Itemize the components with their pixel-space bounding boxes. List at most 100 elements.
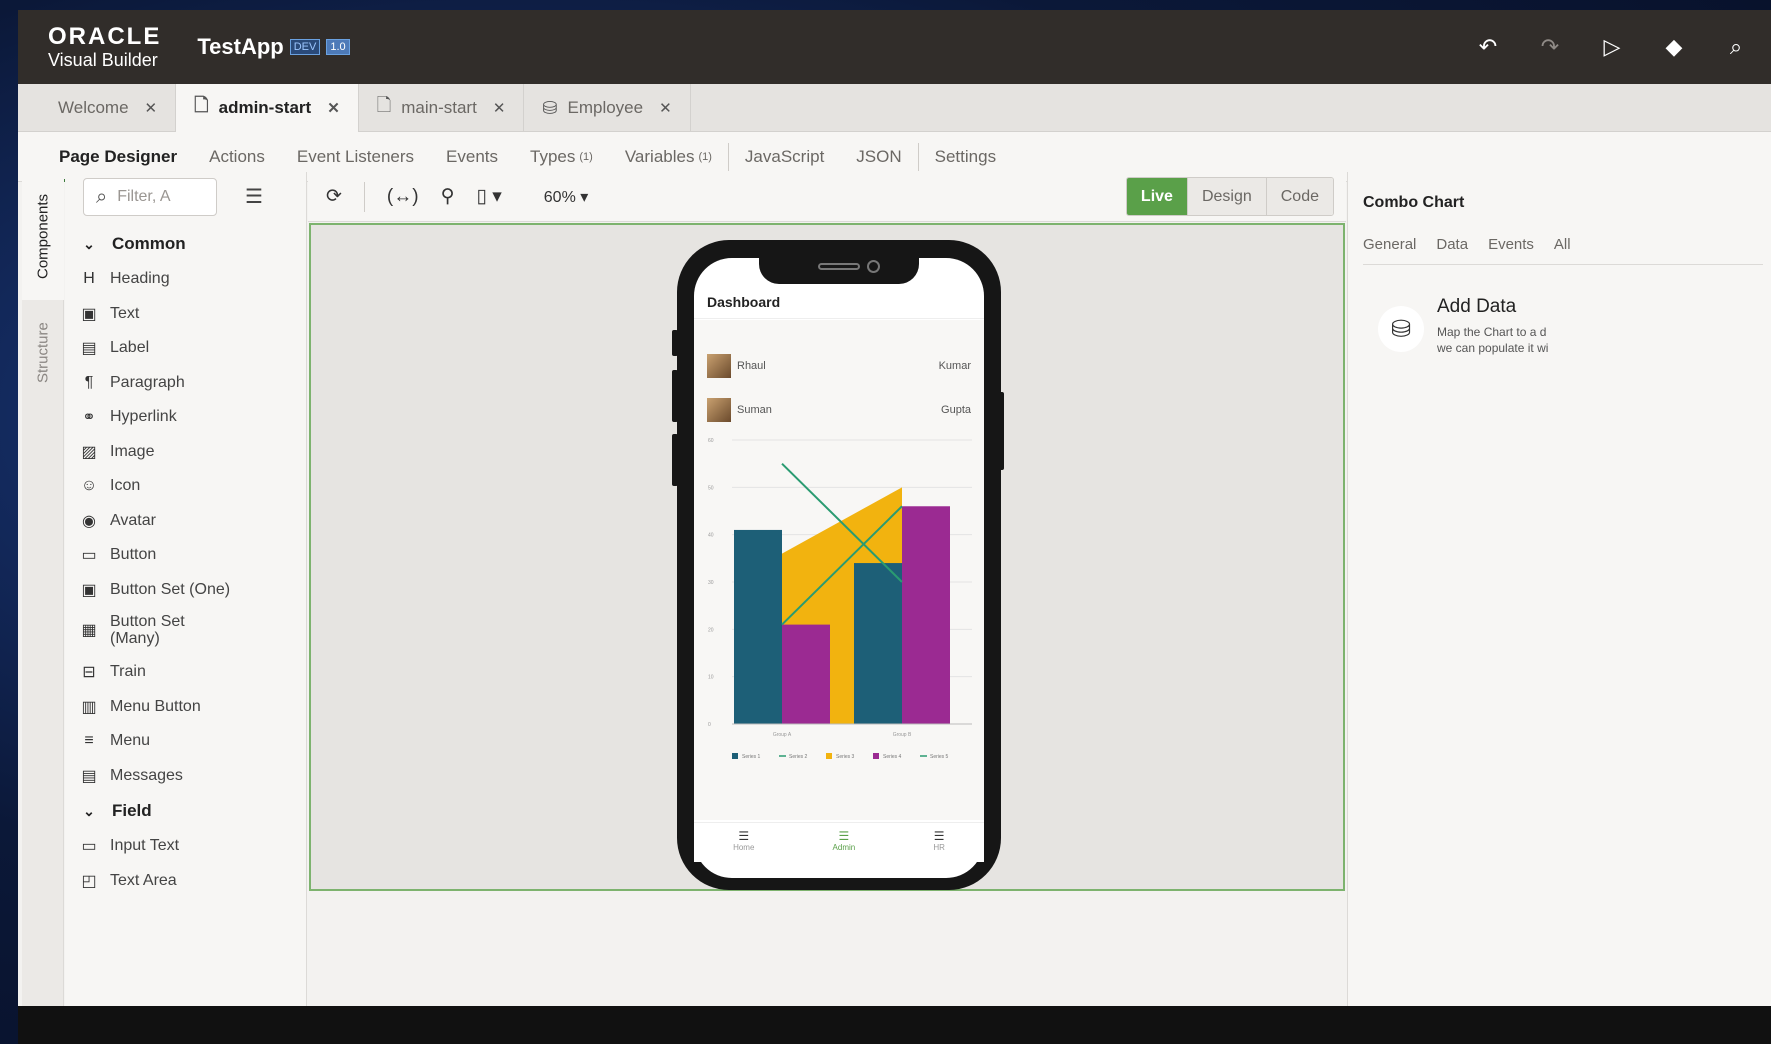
legend-label: Series 4 (883, 754, 902, 760)
legend-swatch (873, 753, 879, 759)
palette-item-messages[interactable]: ▤ Messages (80, 759, 300, 794)
legend-swatch (826, 753, 832, 759)
button-set-many-icon: ▦ (81, 621, 97, 639)
tab-general[interactable]: General (1363, 236, 1416, 253)
palette-item-button[interactable]: ▭ Button (80, 538, 300, 573)
palette-item-text-area[interactable]: ◰ Text Area (80, 864, 300, 899)
close-icon[interactable]: ✕ (145, 99, 158, 117)
chart-bar (902, 506, 950, 724)
palette-item-hyperlink[interactable]: ⚭ Hyperlink (80, 400, 300, 435)
palette-list: ⌄ Common H Heading ▣ Text ▤ Label ¶ Paragrap… (80, 226, 300, 898)
list-item[interactable]: Suman Gupta (707, 398, 971, 422)
user-icon[interactable]: ⚲ (441, 185, 455, 208)
undo-icon[interactable]: ↶ (1475, 34, 1501, 60)
palette-item-avatar[interactable]: ◉ Avatar (80, 504, 300, 539)
tab-divider (917, 142, 919, 171)
close-icon[interactable]: ✕ (659, 99, 672, 117)
combo-chart[interactable]: 0 10 20 30 40 50 60 Group A Group B Series 1 Serie… (700, 432, 980, 772)
mode-live-button[interactable]: Live (1126, 178, 1187, 215)
phone-side-button (672, 370, 678, 422)
palette-item-train[interactable]: ⊟ Train (80, 655, 300, 690)
tabbar-label: Admin (832, 843, 856, 852)
icon-icon: ☺ (80, 477, 98, 495)
panel-tabs-divider (1363, 264, 1763, 265)
list-item[interactable]: Rhaul Kumar (707, 354, 971, 378)
tab-divider (727, 142, 729, 171)
tabbar-item-admin[interactable]: ☰ Admin (833, 823, 856, 862)
palette-item-label: Button Set (One) (110, 580, 231, 598)
menu-icon: ≡ (84, 732, 94, 750)
device-icon[interactable]: ▯ ▾ (477, 185, 502, 208)
palette-item-label: Train (110, 663, 146, 681)
mode-code-button[interactable]: Code (1265, 178, 1333, 215)
close-icon[interactable]: ✕ (327, 99, 340, 117)
git-icon[interactable]: ◆ (1661, 34, 1687, 60)
legend-label: Series 2 (789, 754, 808, 760)
vtab-components[interactable]: Components (22, 172, 64, 300)
tab-all[interactable]: All (1554, 236, 1571, 253)
last-name: Kumar (938, 360, 971, 372)
palette-item-paragraph[interactable]: ¶ Paragraph (80, 366, 300, 401)
palette-item-button-set-one[interactable]: ▣ Button Set (One) (80, 573, 300, 608)
group-field[interactable]: ⌄ Field (80, 793, 300, 829)
mode-design-button[interactable]: Design (1186, 178, 1266, 215)
palette-item-label: Hyperlink (110, 408, 177, 426)
refresh-icon[interactable]: ⟳ (326, 185, 342, 208)
chart-bar (734, 529, 782, 724)
palette-item-label[interactable]: ▤ Label (80, 331, 300, 366)
file-tab-label: admin-start (218, 98, 312, 117)
filter-input[interactable]: ⌕ Filter, A (83, 178, 217, 216)
close-icon[interactable]: ✕ (493, 99, 506, 117)
admin-icon: ☰ (838, 829, 850, 843)
file-tab-welcome[interactable]: Welcome ✕ (40, 84, 177, 132)
group-common[interactable]: ⌄ Common (80, 226, 300, 262)
app-name[interactable]: TestApp DEV 1.0 (197, 34, 350, 60)
tabbar-item-home[interactable]: ☰ Home (733, 823, 754, 862)
database-icon[interactable]: ⛁ (1378, 306, 1424, 352)
tabbar-label: HR (933, 843, 945, 852)
side-vertical-tabs: Components Structure (22, 172, 64, 1006)
chart-bar (854, 563, 902, 724)
palette-item-icon[interactable]: ☺ Icon (80, 469, 300, 504)
palette-item-label: Messages (110, 766, 183, 784)
chart-tick-label: 30 (708, 580, 714, 586)
vtab-structure[interactable]: Structure (22, 300, 64, 406)
brand-oracle: ORACLE (48, 23, 162, 50)
file-tab-employee[interactable]: ⛁ Employee ✕ (524, 84, 691, 132)
tab-events[interactable]: Events (1488, 236, 1534, 253)
tabbar-item-hr[interactable]: ☰ HR (933, 823, 945, 862)
palette-item-input-text[interactable]: ▭ Input Text (80, 829, 300, 864)
add-data-link[interactable]: Add Data (1437, 296, 1516, 318)
chart-tick-label: 50 (708, 485, 714, 491)
palette-item-label: Paragraph (110, 373, 185, 391)
file-tab-label: main-start (401, 98, 477, 117)
zoom-select[interactable]: 60% ▾ (544, 187, 589, 207)
heading-icon: H (83, 270, 95, 288)
search-icon[interactable]: ⌕ (1723, 34, 1749, 60)
text-area-icon: ◰ (81, 872, 97, 890)
play-icon[interactable]: ▷ (1599, 34, 1625, 60)
file-tab-admin-start[interactable]: 🗋 admin-start ✕ (176, 84, 359, 132)
palette-item-button-set-many[interactable]: ▦ Button Set (Many) (80, 607, 300, 655)
add-data-description: Map the Chart to a d we can populate it … (1437, 325, 1577, 356)
app-name-text: TestApp (197, 34, 284, 59)
variables-icon[interactable]: (↔) (387, 186, 419, 208)
palette-item-image[interactable]: ▨ Image (80, 435, 300, 470)
search-icon: ⌕ (96, 185, 108, 208)
tab-data[interactable]: Data (1436, 236, 1468, 253)
palette-item-menu-button[interactable]: ▥ Menu Button (80, 690, 300, 725)
palette-item-menu[interactable]: ≡ Menu (80, 724, 300, 759)
avatar (707, 398, 731, 422)
palette-item-label: Text Area (110, 871, 177, 889)
palette-item-heading[interactable]: H Heading (80, 262, 300, 297)
first-name: Suman (737, 404, 772, 416)
file-tab-main-start[interactable]: 🗋 main-start ✕ (359, 84, 525, 132)
palette-item-text[interactable]: ▣ Text (80, 297, 300, 332)
menu-icon[interactable]: ☰ (245, 184, 263, 209)
bottom-bar (18, 1006, 1771, 1044)
legend-swatch (732, 753, 738, 759)
brand-product: Visual Builder (48, 50, 158, 70)
description-line: Map the Chart to a d (1437, 325, 1547, 339)
redo-icon[interactable]: ↷ (1537, 34, 1563, 60)
avatar (707, 354, 731, 378)
